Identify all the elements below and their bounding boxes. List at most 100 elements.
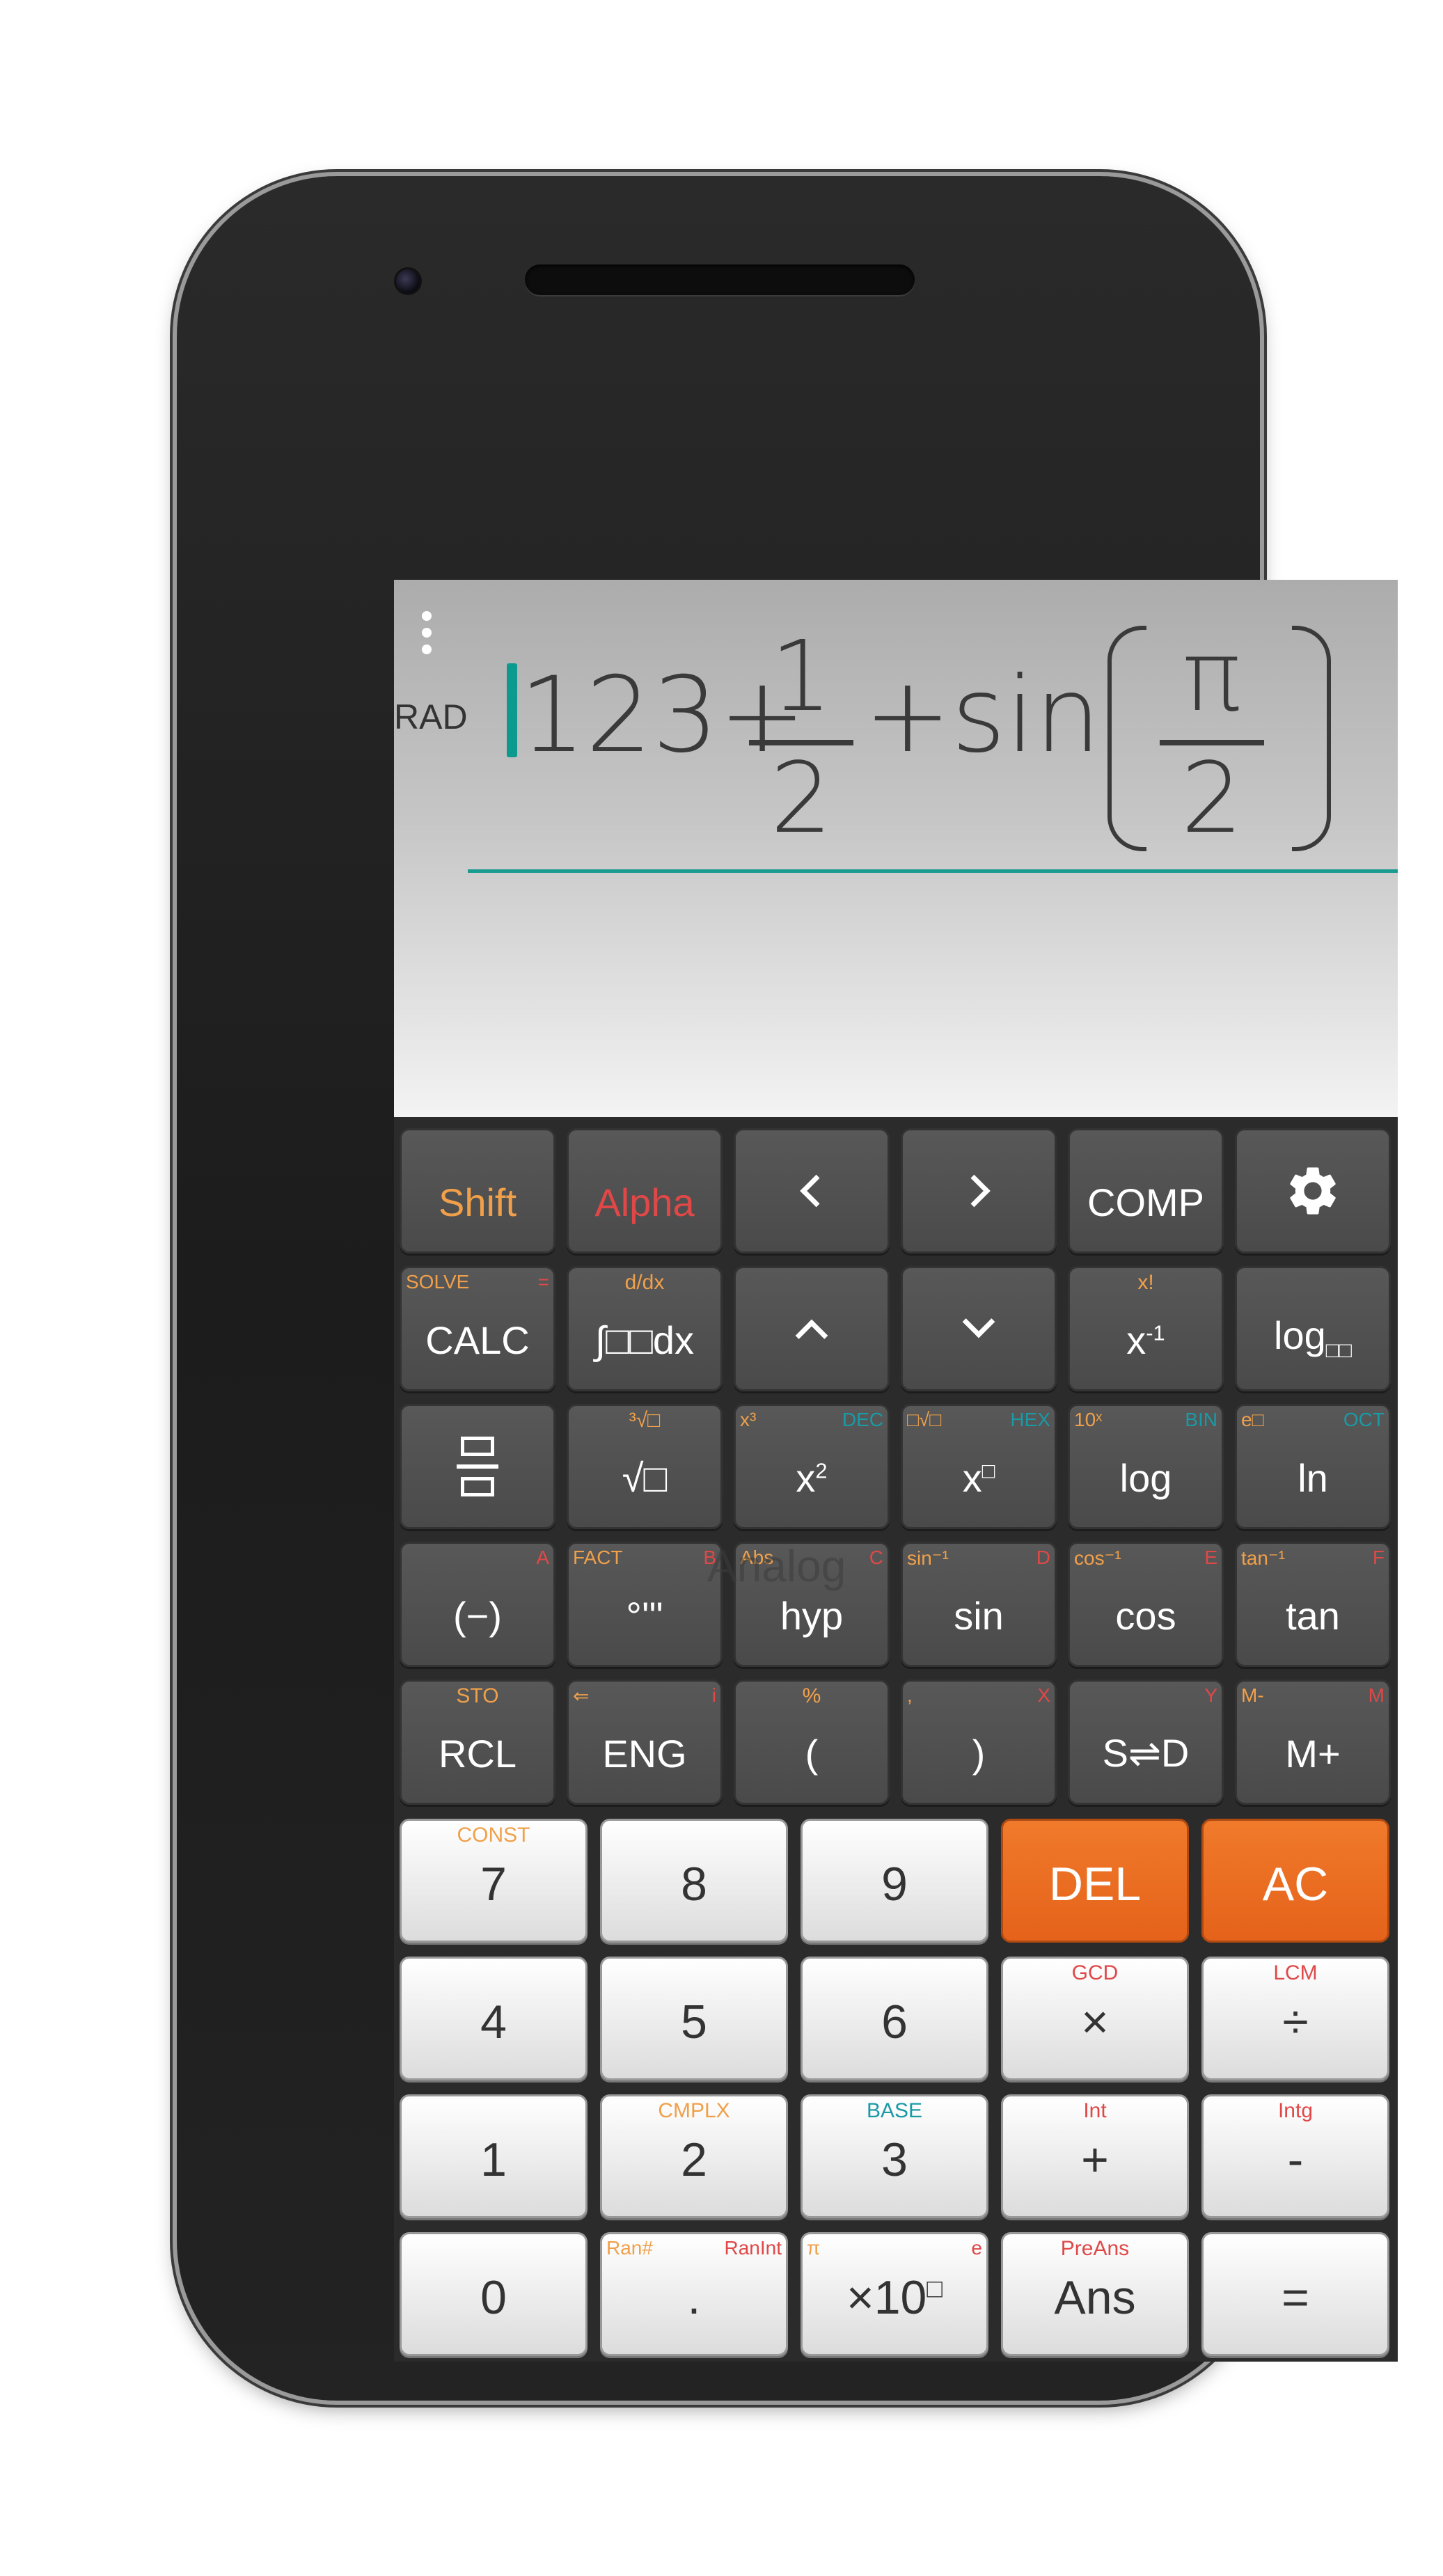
sin-key-shift-label: sin⁻¹ [907, 1547, 949, 1569]
alpha-key[interactable]: Alpha [567, 1128, 723, 1254]
digit-9-key-label: 9 [881, 1858, 908, 1911]
square-key-alpha-label: DEC [842, 1409, 883, 1430]
ln-key-shift-label: e□ [1241, 1409, 1264, 1430]
phone-frame: RAD 123+ 1 2 +sin π 2 Shift Alpha COMP S… [177, 176, 1398, 2401]
digit-5-key-label: 5 [681, 1996, 707, 2048]
sin-key[interactable]: sin⁻¹ D sin [901, 1542, 1057, 1667]
s-d-key[interactable]: Y S⇌D [1068, 1680, 1224, 1805]
top-speaker [525, 264, 915, 295]
square-key-label: x2 [796, 1456, 828, 1500]
digit-2-key-label: 2 [681, 2133, 707, 2186]
input-cursor [507, 663, 517, 757]
overflow-menu-icon[interactable] [422, 611, 432, 661]
decimal-key[interactable]: Ran# RanInt . [600, 2232, 788, 2356]
plus-key[interactable]: Int + [1001, 2094, 1189, 2218]
ac-key[interactable]: AC [1201, 1819, 1389, 1943]
dms-key[interactable]: FACT B °'" [567, 1542, 723, 1667]
gear-icon [1290, 1167, 1336, 1215]
digit-1-key[interactable]: 1 [400, 2094, 588, 2218]
ln-key-label: ln [1298, 1456, 1328, 1500]
multiply-key[interactable]: GCD × [1001, 1957, 1189, 2080]
power-key[interactable]: □√□ HEX x□ [901, 1404, 1057, 1529]
m-plus-key-shift-label: M- [1241, 1684, 1264, 1706]
fraction-2-numerator: π [1182, 620, 1242, 734]
ans-key[interactable]: PreAns Ans [1001, 2232, 1189, 2356]
left-paren-key-label: ( [805, 1732, 819, 1776]
hyp-key[interactable]: Abs C hyp [734, 1542, 890, 1667]
integral-key-shift-label: d/dx [624, 1271, 665, 1294]
inverse-key-shift-label: x! [1137, 1271, 1154, 1294]
eng-key[interactable]: ⇐ i ENG [567, 1680, 723, 1805]
square-key-shift-label: x³ [740, 1409, 757, 1430]
exp10-key[interactable]: π e ×10□ [801, 2232, 988, 2356]
up-arrow-key[interactable] [734, 1266, 890, 1391]
digit-9-key[interactable]: 9 [801, 1819, 988, 1943]
tan-key-alpha-label: F [1372, 1547, 1385, 1568]
digit-7-key[interactable]: CONST 7 [400, 1819, 588, 1943]
left-paren-key[interactable]: % ( [734, 1680, 890, 1805]
dms-key-label: °'" [626, 1594, 663, 1638]
comp-key[interactable]: COMP [1068, 1128, 1224, 1254]
negative-key[interactable]: A (−) [400, 1542, 555, 1667]
square-key[interactable]: x³ DEC x2 [734, 1404, 890, 1529]
digit-3-key[interactable]: BASE 3 [801, 2094, 988, 2218]
ac-key-label: AC [1262, 1858, 1329, 1911]
del-key[interactable]: DEL [1001, 1819, 1189, 1943]
m-plus-key[interactable]: M- M M+ [1235, 1680, 1391, 1805]
left-arrow-key[interactable] [734, 1128, 890, 1254]
chevron-right-icon [958, 1174, 991, 1208]
chevron-left-icon [800, 1174, 833, 1208]
digit-7-key-shift-label: CONST [457, 1824, 530, 1847]
down-arrow-key[interactable] [901, 1266, 1057, 1391]
digit-2-key[interactable]: CMPLX 2 [600, 2094, 788, 2218]
plus-key-label: + [1081, 2133, 1109, 2186]
minus-key-label: - [1287, 2133, 1304, 2186]
fraction-key[interactable] [400, 1404, 555, 1529]
minus-key[interactable]: Intg - [1201, 2094, 1389, 2218]
cos-key-alpha-label: E [1204, 1547, 1217, 1568]
digit-5-key[interactable]: 5 [600, 1957, 788, 2080]
right-arrow-key[interactable] [901, 1128, 1057, 1254]
divide-key-alpha-label: LCM [1273, 1961, 1318, 1984]
del-key-label: DEL [1048, 1858, 1142, 1911]
cos-key[interactable]: cos⁻¹ E cos [1068, 1542, 1224, 1667]
right-paren-key[interactable]: , X ) [901, 1680, 1057, 1805]
cos-key-label: cos [1115, 1594, 1176, 1638]
settings-key[interactable] [1235, 1128, 1391, 1254]
cos-key-shift-label: cos⁻¹ [1074, 1547, 1121, 1569]
digit-4-key[interactable]: 4 [400, 1957, 588, 2080]
fraction-icon [457, 1437, 498, 1496]
integral-key[interactable]: d/dx ∫□□dx [567, 1266, 723, 1391]
digit-4-key-label: 4 [480, 1996, 507, 2048]
digit-6-key[interactable]: 6 [801, 1957, 988, 2080]
equals-key[interactable]: = [1201, 2232, 1389, 2356]
digit-0-key[interactable]: 0 [400, 2232, 588, 2356]
digit-8-key[interactable]: 8 [600, 1819, 788, 1943]
divide-key[interactable]: LCM ÷ [1201, 1957, 1389, 2080]
inverse-key[interactable]: x! x-1 [1068, 1266, 1224, 1391]
sin-key-label: sin [954, 1594, 1004, 1638]
ans-key-label: Ans [1054, 2271, 1136, 2324]
multiply-key-label: × [1081, 1996, 1109, 2048]
rcl-key[interactable]: STO RCL [400, 1680, 555, 1805]
eng-key-label: ENG [602, 1732, 687, 1776]
expression-middle: +sin [864, 655, 1101, 776]
shift-key-label: Shift [438, 1180, 517, 1224]
m-plus-key-label: M+ [1285, 1732, 1341, 1776]
right-paren-key-alpha-label: X [1037, 1684, 1050, 1706]
power-key-label: x□ [962, 1456, 995, 1500]
calc-key[interactable]: SOLVE = CALC [400, 1266, 555, 1391]
ln-key[interactable]: e□ OCT ln [1235, 1404, 1391, 1529]
tan-key[interactable]: tan⁻¹ F tan [1235, 1542, 1391, 1667]
calc-key-alpha-label: = [537, 1271, 549, 1293]
angle-mode-indicator: RAD [394, 697, 468, 736]
log-base-key[interactable]: log□□ [1235, 1266, 1391, 1391]
log-key[interactable]: 10ˣ BIN log [1068, 1404, 1224, 1529]
exp10-key-label: ×10□ [846, 2271, 943, 2324]
shift-key[interactable]: Shift [400, 1128, 555, 1254]
expression[interactable]: 123+ 1 2 +sin π 2 [519, 620, 1398, 851]
alpha-key-label: Alpha [594, 1180, 695, 1224]
sqrt-key[interactable]: ³√□ √□ [567, 1404, 723, 1529]
eng-key-alpha-label: i [711, 1684, 716, 1706]
sin-key-alpha-label: D [1036, 1547, 1050, 1568]
